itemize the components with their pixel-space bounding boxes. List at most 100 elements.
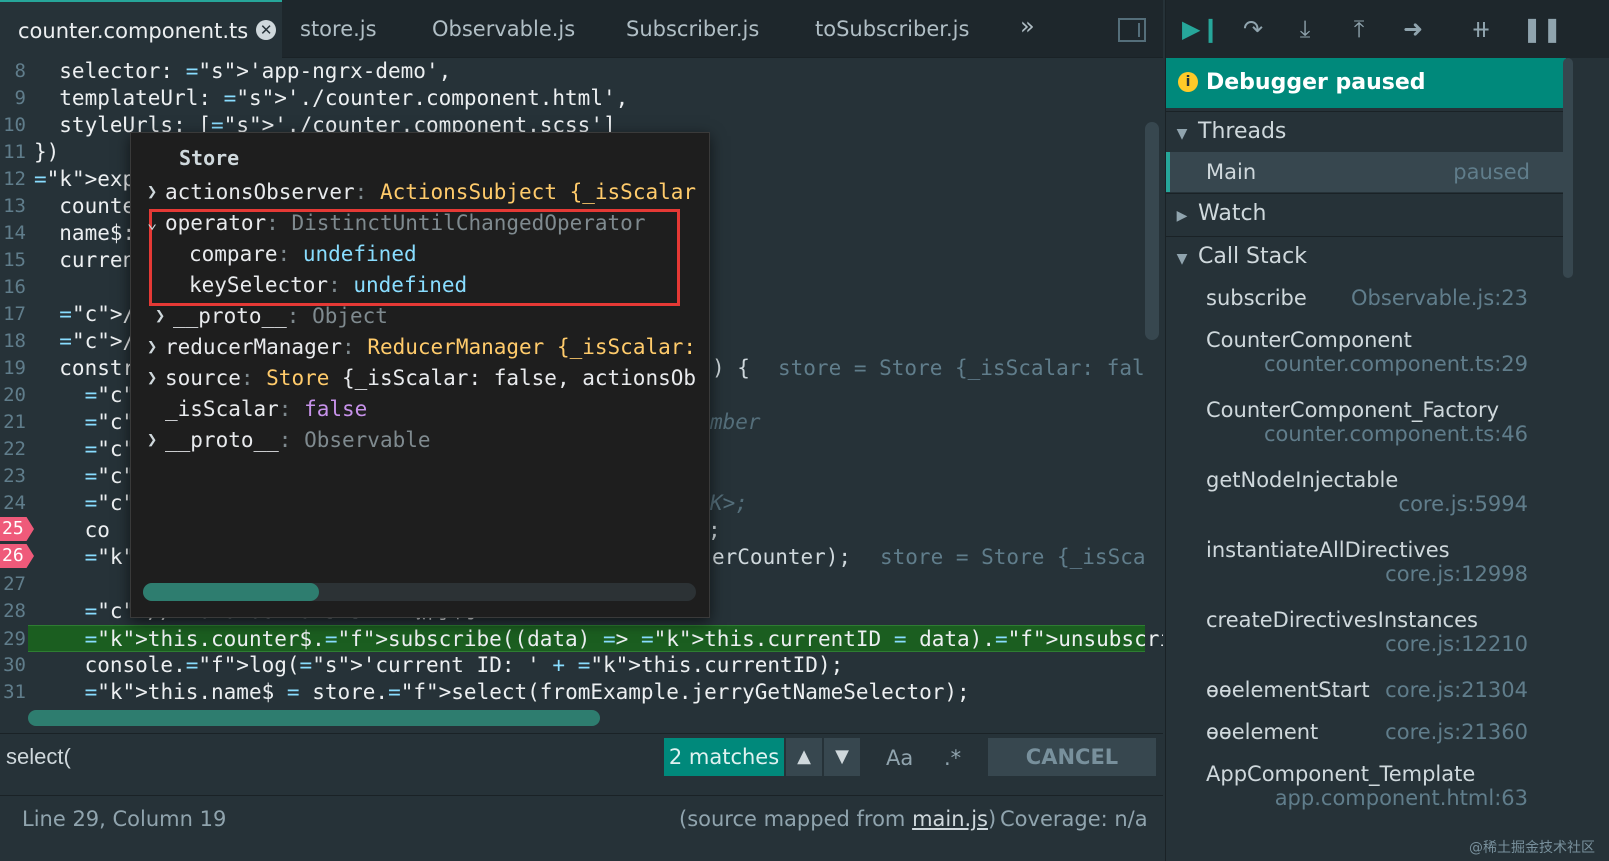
code-text: console.="f">log(="s">'current ID: ' + =… [34,653,844,677]
breakpoint-marker[interactable]: 25 [0,517,34,541]
line-number[interactable]: 17 [0,301,26,328]
previous-match-button[interactable]: ▲ [786,738,822,776]
popover-property[interactable]: ❯ reducerManager: ReducerManager {_isScal… [147,333,697,361]
call-stack-frame[interactable]: CounterComponent counter.component.ts:29 [1206,328,1528,376]
popover-property[interactable]: ❯ __proto__: Observable [147,426,431,454]
collapse-arrow-icon[interactable]: ⌄ [147,209,157,237]
tab-tosubscriber[interactable]: toSubscriber.js [815,0,969,58]
line-number[interactable]: 24 [0,490,26,517]
call-stack-frame[interactable]: createDirectivesInstances core.js:12210 [1206,608,1528,656]
code-text: constr [34,356,136,380]
popover-property[interactable]: ❯ source: Store {_isScalar: false, action… [147,364,696,392]
tab-subscriber[interactable]: Subscriber.js [626,0,759,58]
breakpoint-marker[interactable]: 26 [0,544,34,568]
expand-arrow-icon[interactable]: ❯ [147,426,157,454]
frame-function: AppComponent_Template [1206,762,1476,786]
editor-pane: counter.component.ts ✕ store.js Observabl… [0,0,1163,861]
line-number[interactable]: 12 [0,166,26,193]
call-stack-frame[interactable]: ɵɵelement core.js:21360 [1206,720,1528,744]
call-stack-frame[interactable]: CounterComponent_Factory counter.componen… [1206,398,1528,446]
line-number[interactable]: 29 [0,626,26,653]
code-text: curren [34,248,136,272]
line-number[interactable]: 21 [0,409,26,436]
threads-section-header[interactable]: ▼ Threads [1166,111,1566,151]
tab-observable[interactable]: Observable.js [432,0,575,58]
step-in-icon[interactable]: ⤓ [1290,14,1320,44]
property-value: Observable [304,428,431,452]
watch-section-header[interactable]: ▶ Watch [1166,193,1566,233]
editor-horizontal-scrollbar[interactable] [28,710,600,726]
code-line[interactable]: 29 ="k">this.counter$.="f">subscribe((da… [3,625,1163,652]
tab-store[interactable]: store.js [300,0,377,58]
next-match-button[interactable]: ▼ [824,738,860,776]
call-stack-frame[interactable]: ɵɵelementStart core.js:21304 [1206,678,1528,702]
tab-counter-component[interactable]: counter.component.ts ✕ [0,0,282,58]
frame-location: core.js:5994 [1398,492,1528,516]
code-line[interactable]: 30 console.="f">log(="s">'current ID: ' … [0,652,1150,679]
expand-arrow-icon[interactable]: ❯ [147,364,157,392]
pause-on-exceptions-icon[interactable]: ❚❚ [1522,14,1562,44]
line-number[interactable]: 23 [0,463,26,490]
expand-arrow-icon[interactable]: ❯ [147,333,157,361]
cancel-search-button[interactable]: CANCEL [988,738,1156,776]
sidebar-toggle-icon[interactable] [1118,18,1146,42]
line-number[interactable]: 27 [0,571,26,598]
call-stack-frame[interactable]: subscribe Observable.js:23 [1206,286,1528,310]
popover-property[interactable]: ❯ __proto__: Object [155,302,388,330]
call-stack-frame[interactable]: getNodeInjectable core.js:5994 [1206,468,1528,516]
expand-arrow-icon[interactable]: ❯ [147,178,157,206]
line-number[interactable]: 30 [0,652,26,679]
code-fragment: K>; [710,491,748,515]
frame-location: core.js:21304 [1385,678,1528,702]
line-number[interactable]: 18 [0,328,26,355]
line-number[interactable]: 28 [0,598,26,625]
step-over-icon[interactable]: ↷ [1238,14,1268,44]
code-text: templateUrl: ="s">'./counter.component.h… [34,86,629,110]
line-number[interactable]: 8 [0,58,26,85]
more-tabs-icon[interactable]: » [1020,12,1035,40]
search-input[interactable] [6,738,661,776]
line-number[interactable]: 31 [0,679,26,706]
property-name: __proto__ [173,304,287,328]
line-number[interactable]: 13 [0,193,26,220]
expand-arrow-icon[interactable]: ❯ [155,302,165,330]
property-value: ReducerManager {_isScalar: [367,335,697,359]
property-name: reducerManager [165,335,343,359]
deactivate-breakpoints-icon[interactable]: ⧺ [1466,14,1496,44]
popover-scrollbar[interactable] [143,583,696,601]
popover-property[interactable]: ⌄ operator: DistinctUntilChangedOperator [147,209,645,237]
line-number[interactable]: 10 [0,112,26,139]
line-number[interactable]: 19 [0,355,26,382]
step-out-icon[interactable]: ⤒ [1344,14,1374,44]
thread-item-main[interactable]: Main paused [1166,152,1566,192]
property-name: compare [189,242,278,266]
line-number[interactable]: 16 [0,274,26,301]
tab-label: toSubscriber.js [815,17,970,41]
line-number[interactable]: 14 [0,220,26,247]
line-number[interactable]: 11 [0,139,26,166]
line-number[interactable]: 22 [0,436,26,463]
close-icon[interactable]: ✕ [256,20,277,40]
frame-function: ɵɵelementStart [1206,678,1370,702]
frame-location: Observable.js:23 [1351,286,1528,310]
line-number[interactable]: 15 [0,247,26,274]
match-case-toggle[interactable]: Aa [886,738,913,776]
step-icon[interactable]: ➜ [1398,14,1428,44]
popover-property: _isScalar: false [165,397,368,421]
source-map-link[interactable]: main.js [912,807,988,831]
code-line[interactable]: 9 templateUrl: ="s">'./counter.component… [0,85,1150,112]
call-stack-section-header[interactable]: ▼ Call Stack [1166,236,1566,276]
code-line[interactable]: 31 ="k">this.name$ = store.="f">select(f… [0,679,1150,706]
source-map-info: (source mapped from main.js) [679,796,996,842]
resume-icon[interactable]: ▶❙ [1182,14,1221,44]
popover-scroll-thumb[interactable] [143,583,319,601]
editor-vertical-scrollbar[interactable] [1145,122,1159,340]
popover-property[interactable]: ❯ actionsObserver: ActionsSubject {_isSca… [147,178,696,206]
call-stack-frame[interactable]: instantiateAllDirectives core.js:12998 [1206,538,1528,586]
line-number[interactable]: 9 [0,85,26,112]
debugger-scrollbar[interactable] [1563,58,1573,278]
regex-toggle[interactable]: .* [944,738,961,776]
call-stack-frame[interactable]: AppComponent_Template app.component.html:… [1206,762,1528,810]
line-number[interactable]: 20 [0,382,26,409]
code-line[interactable]: 8 selector: ="s">'app-ngrx-demo', [0,58,1150,85]
